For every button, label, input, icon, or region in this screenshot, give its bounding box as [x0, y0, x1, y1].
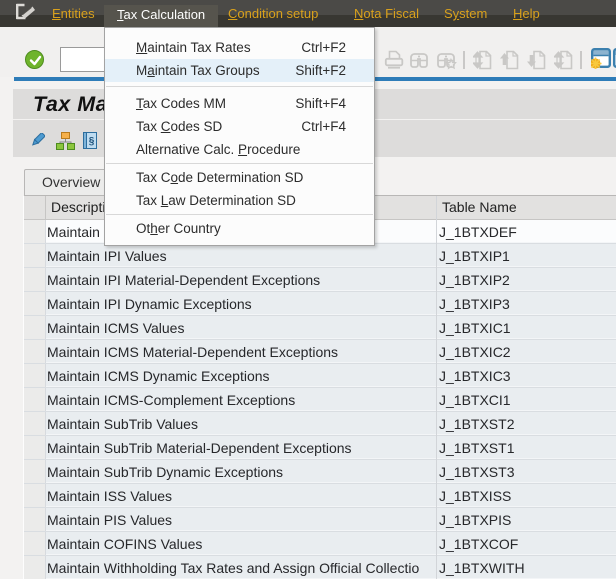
svg-text:§: § — [89, 136, 95, 147]
